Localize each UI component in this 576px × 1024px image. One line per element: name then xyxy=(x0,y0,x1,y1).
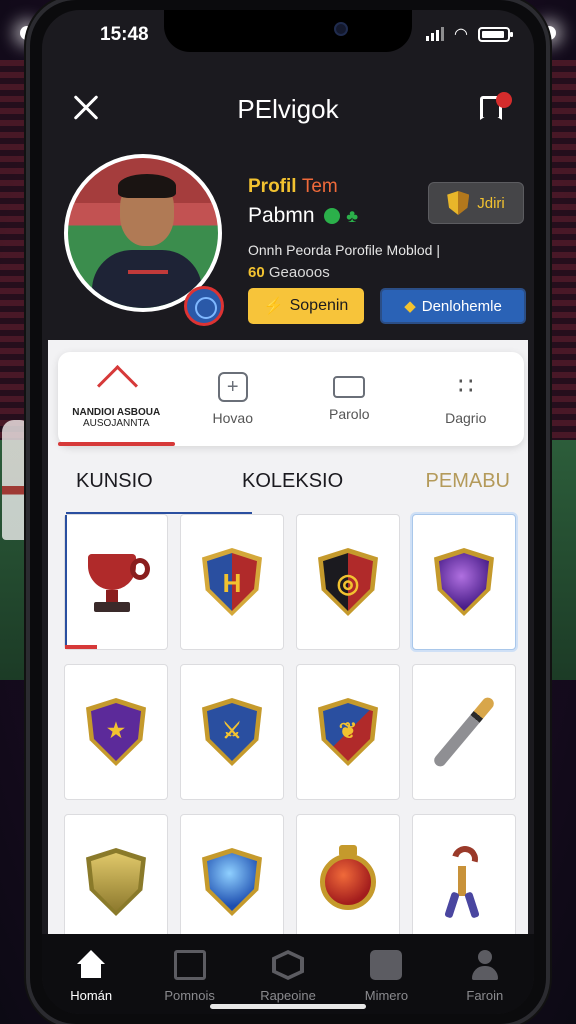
background-player xyxy=(2,420,32,540)
shield-icon xyxy=(447,191,470,215)
profile-name: Pabmn ♣ xyxy=(248,204,359,227)
collection-item-red-orb[interactable] xyxy=(296,814,400,950)
trophy-cup-icon xyxy=(82,550,150,614)
clover-icon: ♣ xyxy=(346,205,359,226)
collection-item-hook-staff[interactable] xyxy=(412,814,516,950)
verified-icon xyxy=(324,208,341,225)
collection-item-laurel-shield[interactable]: ★ xyxy=(64,664,168,800)
user-icon xyxy=(469,950,501,980)
segment-control: KUNSIO KOLEKSIO PEMABU xyxy=(66,470,520,504)
crest-icon: ◆ xyxy=(404,298,416,315)
collection-item-gold-h-shield[interactable]: H xyxy=(180,514,284,650)
home-indicator[interactable] xyxy=(210,1004,366,1009)
profile-count: 60 Geaooos xyxy=(248,264,330,281)
bolt-icon: ⚡ xyxy=(263,298,284,315)
app-screen: 15:48 ◠ PElvigok Profil Tem Pabmn ♣ Onnh… xyxy=(42,10,534,1014)
tab-dagrio[interactable]: ∷ Dagrio xyxy=(408,352,525,446)
collection-item-red-blue-shield[interactable]: ❦ xyxy=(296,664,400,800)
segment-pemabu[interactable]: PEMABU xyxy=(426,470,510,493)
plus-box-icon xyxy=(217,372,248,402)
segment-koleksio[interactable]: KOLEKSIO xyxy=(242,470,343,493)
nav-pomnois[interactable]: Pomnois xyxy=(140,934,238,1014)
bottom-nav: Homán Pomnois Rapeoine Mimero Faroin xyxy=(42,934,534,1014)
club-badge-icon xyxy=(184,286,224,326)
box-icon xyxy=(173,950,206,980)
collection-item-crystal-shield[interactable] xyxy=(180,814,284,950)
nav-faroin[interactable]: Faroin xyxy=(436,934,534,1014)
status-time: 15:48 xyxy=(100,24,149,45)
notch xyxy=(164,10,412,52)
notification-badge xyxy=(496,92,512,108)
collection-item-gold-shield[interactable] xyxy=(64,814,168,950)
hexagon-icon xyxy=(272,950,305,980)
gold-shield-icon xyxy=(86,848,146,916)
collection-item-crest-shield[interactable]: ◎ xyxy=(296,514,400,650)
team-button[interactable]: Jdiri xyxy=(428,182,524,224)
camera-icon xyxy=(334,22,348,36)
house-icon xyxy=(101,369,131,399)
segment-kunsio[interactable]: KUNSIO xyxy=(76,470,153,493)
tab-parolo[interactable]: Parolo xyxy=(291,352,408,446)
crest-icon: ◎ xyxy=(318,548,378,616)
tab-bar: NANDIOI ASBOUA AUSOJANNTA Hovao Parolo ∷… xyxy=(58,352,524,446)
bag-icon xyxy=(370,950,403,980)
collection-item-baton[interactable] xyxy=(412,664,516,800)
primary-button[interactable]: ⚡ Sopenin xyxy=(248,288,364,324)
battery-icon xyxy=(478,26,513,42)
laurel-shield-icon: ★ xyxy=(86,698,146,766)
collection-item-sword-shield[interactable]: ⚔ xyxy=(180,664,284,800)
collection-item-purple-orb[interactable] xyxy=(412,514,516,650)
tab-overview[interactable]: NANDIOI ASBOUA AUSOJANNTA xyxy=(58,352,175,446)
crystal-shield-icon xyxy=(202,848,262,916)
home-icon xyxy=(75,950,107,980)
dots-icon: ∷ xyxy=(458,373,474,400)
wifi-icon: ◠ xyxy=(454,26,468,43)
nav-home[interactable]: Homán xyxy=(42,934,140,1014)
notification-button[interactable] xyxy=(478,92,512,124)
purple-orb-icon xyxy=(434,548,494,616)
collection-item-red-cup[interactable] xyxy=(64,514,168,650)
collection-grid: H ◎ ★ ⚔ ❦ xyxy=(64,514,522,950)
status-icons: ◠ xyxy=(426,24,513,44)
tab-hovao[interactable]: Hovao xyxy=(175,352,292,446)
signal-icon xyxy=(426,27,445,41)
red-blue-shield-icon: ❦ xyxy=(318,698,378,766)
shield-icon: H xyxy=(202,548,262,616)
nav-rapeoine[interactable]: Rapeoine xyxy=(239,934,337,1014)
red-orb-icon xyxy=(320,845,376,910)
app-header: PElvigok xyxy=(42,82,534,132)
phone-frame: 15:48 ◠ PElvigok Profil Tem Pabmn ♣ Onnh… xyxy=(30,0,546,1024)
profile-title: Profil Tem xyxy=(248,176,338,197)
status-bar: 15:48 ◠ xyxy=(42,10,534,62)
baton-icon xyxy=(431,695,497,769)
nav-mimero[interactable]: Mimero xyxy=(337,934,435,1014)
secondary-button[interactable]: ◆ Denlohemle xyxy=(380,288,526,324)
card-icon xyxy=(333,376,366,398)
sword-shield-icon: ⚔ xyxy=(202,698,262,766)
profile-description: Onnh Peorda Porofile Moblod | xyxy=(248,242,440,258)
content-panel: NANDIOI ASBOUA AUSOJANNTA Hovao Parolo ∷… xyxy=(48,340,528,950)
hook-staff-icon xyxy=(444,841,484,919)
page-title: PElvigok xyxy=(237,94,339,124)
